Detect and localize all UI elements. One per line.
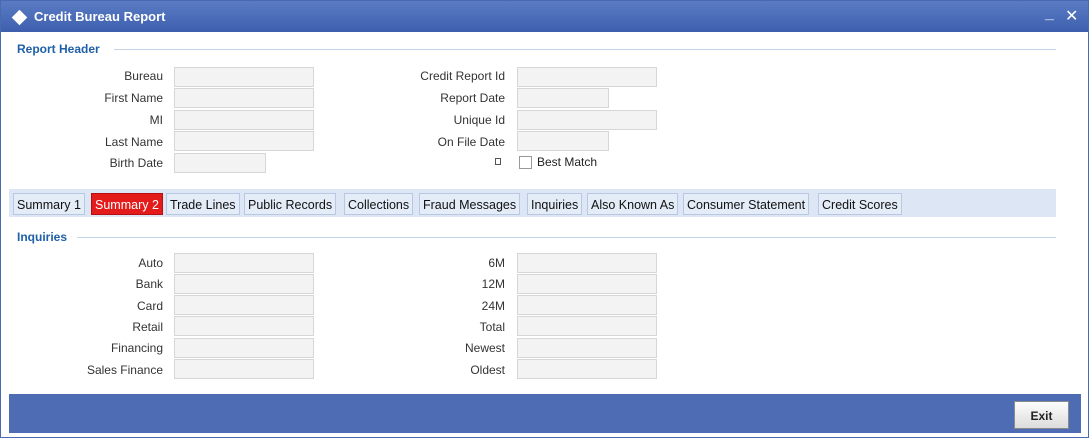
tab-also-known-as[interactable]: Also Known As [587, 193, 679, 215]
auto-field[interactable] [174, 253, 314, 273]
retail-label: Retail [132, 320, 163, 334]
tab-collections[interactable]: Collections [344, 193, 414, 215]
footer-bar [9, 394, 1081, 433]
sales-finance-field[interactable] [174, 359, 314, 379]
inquiries-title: Inquiries [17, 230, 68, 244]
mi-label: MI [149, 113, 163, 127]
oldest-field[interactable] [517, 359, 657, 379]
first-name-label: First Name [104, 91, 163, 105]
bureau-field[interactable] [174, 67, 314, 87]
on-file-date-label: On File Date [437, 135, 505, 149]
credit-bureau-report-window: Credit Bureau Report _ ✕ Report Header B… [0, 0, 1089, 438]
tab-fraud-messages[interactable]: Fraud Messages [419, 193, 521, 215]
total-field[interactable] [517, 316, 657, 336]
financing-label: Financing [110, 341, 163, 355]
section-divider [77, 237, 1056, 238]
bureau-label: Bureau [124, 69, 163, 83]
diamond-icon [11, 9, 28, 26]
unique-id-field[interactable] [517, 110, 657, 130]
tab-bar: Summary 1 Summary 2 Trade Lines Public R… [9, 189, 1056, 217]
tab-summary-2[interactable]: Summary 2 [91, 193, 163, 215]
first-name-field[interactable] [174, 88, 314, 108]
tab-inquiries[interactable]: Inquiries [527, 193, 583, 215]
placeholder-icon [495, 158, 501, 165]
12m-label: 12M [481, 277, 505, 291]
24m-field[interactable] [517, 295, 657, 315]
financing-field[interactable] [174, 338, 314, 358]
24m-label: 24M [481, 299, 505, 313]
minimize-button[interactable]: _ [1045, 5, 1054, 23]
birth-date-field[interactable] [174, 153, 266, 173]
tab-summary-1[interactable]: Summary 1 [13, 193, 85, 215]
report-date-field[interactable] [517, 88, 609, 108]
newest-field[interactable] [517, 338, 657, 358]
bank-field[interactable] [174, 274, 314, 294]
bank-label: Bank [135, 277, 163, 291]
title-bar[interactable]: Credit Bureau Report _ ✕ [1, 1, 1088, 32]
credit-report-id-field[interactable] [517, 67, 657, 87]
report-header-title: Report Header [17, 42, 100, 56]
12m-field[interactable] [517, 274, 657, 294]
unique-id-label: Unique Id [453, 113, 505, 127]
tab-public-records[interactable]: Public Records [244, 193, 337, 215]
report-date-label: Report Date [440, 91, 505, 105]
tab-trade-lines[interactable]: Trade Lines [166, 193, 240, 215]
exit-button[interactable]: Exit [1014, 401, 1069, 429]
mi-field[interactable] [174, 110, 314, 130]
card-field[interactable] [174, 295, 314, 315]
last-name-label: Last Name [104, 135, 163, 149]
best-match-label: Best Match [537, 155, 598, 169]
card-label: Card [136, 299, 163, 313]
close-button[interactable]: ✕ [1065, 6, 1078, 26]
birth-date-label: Birth Date [109, 156, 163, 170]
6m-label: 6M [488, 256, 505, 270]
sales-finance-label: Sales Finance [86, 363, 163, 377]
tab-credit-scores[interactable]: Credit Scores [818, 193, 902, 215]
auto-label: Auto [138, 256, 163, 270]
section-divider [114, 49, 1056, 50]
on-file-date-field[interactable] [517, 131, 609, 151]
tab-consumer-statement[interactable]: Consumer Statement [683, 193, 810, 215]
total-label: Total [479, 320, 505, 334]
newest-label: Newest [464, 341, 505, 355]
best-match-checkbox[interactable] [519, 156, 532, 169]
6m-field[interactable] [517, 253, 657, 273]
oldest-label: Oldest [470, 363, 505, 377]
retail-field[interactable] [174, 316, 314, 336]
credit-report-id-label: Credit Report Id [420, 69, 505, 83]
window-title: Credit Bureau Report [34, 9, 166, 24]
last-name-field[interactable] [174, 131, 314, 151]
